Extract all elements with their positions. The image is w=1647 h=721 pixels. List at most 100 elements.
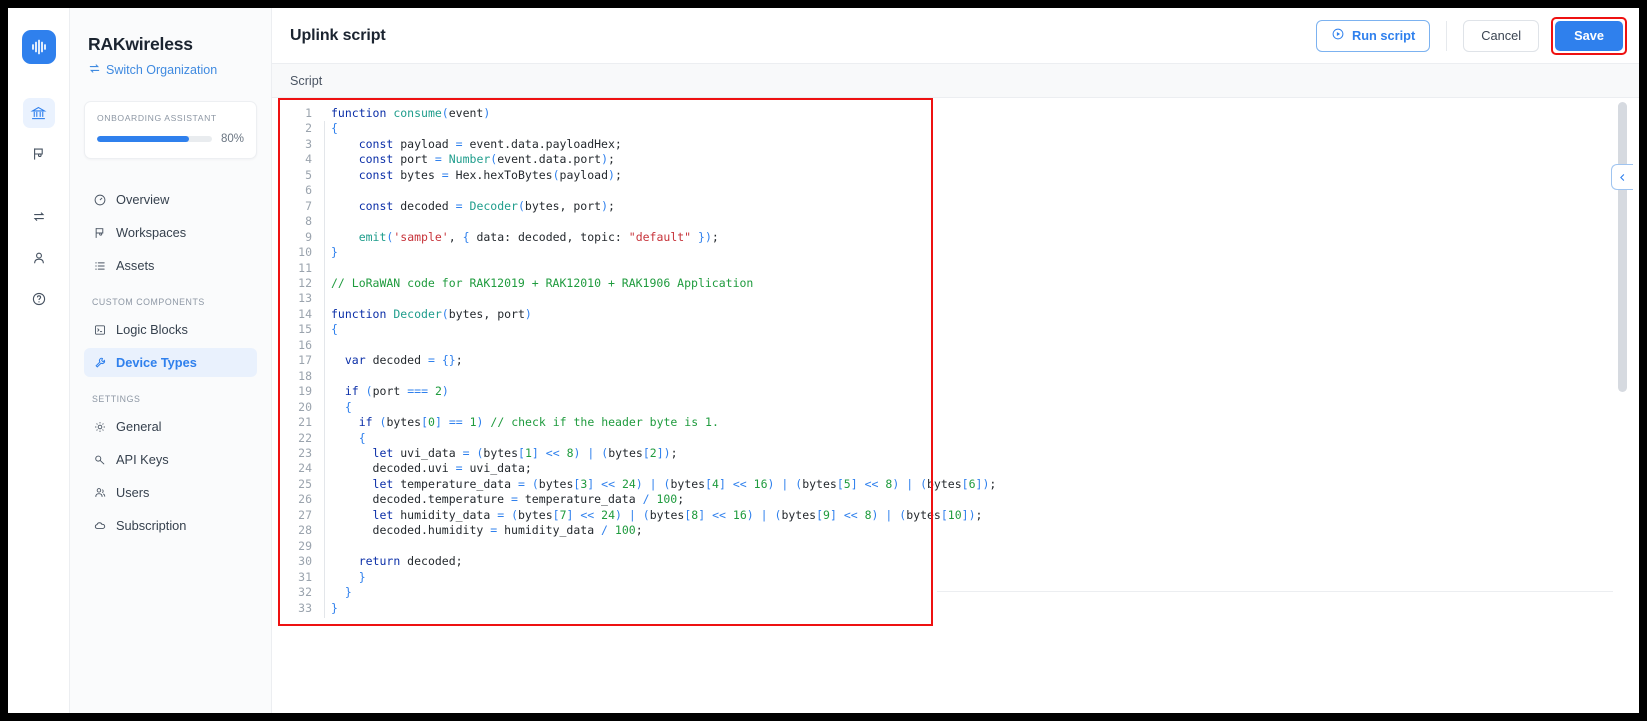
line-number: 26 bbox=[298, 492, 312, 507]
line-number: 15 bbox=[298, 322, 312, 337]
sidebar-item-general[interactable]: General bbox=[84, 412, 257, 441]
sidebar-item-overview[interactable]: Overview bbox=[84, 185, 257, 214]
onboarding-percent: 80% bbox=[220, 133, 244, 145]
app-window: RAKwireless Switch Organization ONBOARDI… bbox=[8, 8, 1639, 713]
line-number: 13 bbox=[298, 291, 312, 306]
line-number: 9 bbox=[305, 229, 312, 244]
list-icon bbox=[92, 258, 107, 273]
indent-guide bbox=[324, 121, 325, 618]
line-number-gutter: 1 2 3 4 5 6 7 8 9 10 11 12 13 14 15 16 17 18 19 20 21 22 23 24 2… bbox=[280, 100, 318, 624]
rail-item-organization[interactable] bbox=[22, 98, 55, 128]
sidebar-item-workspaces[interactable]: Workspaces bbox=[84, 218, 257, 247]
line-number: 21 bbox=[298, 415, 312, 430]
line-number: 19 bbox=[298, 384, 312, 399]
sidebar-item-label: Assets bbox=[116, 258, 155, 273]
sidebar-item-label: Logic Blocks bbox=[116, 322, 188, 337]
sidebar-item-device-types[interactable]: Device Types bbox=[84, 348, 257, 377]
terminal-icon bbox=[92, 322, 107, 337]
sidebar-item-label: Users bbox=[116, 485, 150, 500]
scrollbar-thumb[interactable] bbox=[1618, 102, 1627, 392]
line-number: 27 bbox=[298, 507, 312, 522]
line-number: 32 bbox=[298, 585, 312, 600]
wrench-icon bbox=[92, 355, 107, 370]
sidebar-item-users[interactable]: Users bbox=[84, 478, 257, 507]
onboarding-progress-fill bbox=[97, 136, 189, 142]
switch-arrows-icon bbox=[88, 62, 101, 78]
code-editor-area: 1 2 3 4 5 6 7 8 9 10 11 12 13 14 15 16 17 18 19 20 21 22 23 24 2… bbox=[272, 98, 1639, 713]
gear-icon bbox=[92, 419, 107, 434]
sidebar-item-assets[interactable]: Assets bbox=[84, 251, 257, 280]
line-number: 7 bbox=[305, 198, 312, 213]
sidebar-item-label: Overview bbox=[116, 192, 170, 207]
line-number: 29 bbox=[298, 538, 312, 553]
sidebar: RAKwireless Switch Organization ONBOARDI… bbox=[70, 8, 272, 713]
sidebar-item-label: General bbox=[116, 419, 162, 434]
line-number: 24 bbox=[298, 461, 312, 476]
sidebar-section-settings: SETTINGS bbox=[92, 394, 141, 404]
line-number: 18 bbox=[298, 368, 312, 383]
sidebar-item-api-keys[interactable]: API Keys bbox=[84, 445, 257, 474]
line-number: 33 bbox=[298, 600, 312, 615]
rail-item-account[interactable] bbox=[23, 243, 55, 273]
line-number: 23 bbox=[298, 445, 312, 460]
save-label: Save bbox=[1574, 28, 1604, 43]
line-number: 12 bbox=[298, 275, 312, 290]
editor-bottom-rule bbox=[937, 591, 1613, 592]
icon-rail bbox=[8, 8, 70, 713]
switch-organization-link[interactable]: Switch Organization bbox=[84, 62, 257, 78]
chevron-left-icon[interactable] bbox=[1611, 164, 1633, 190]
save-button[interactable]: Save bbox=[1555, 20, 1623, 51]
line-number: 11 bbox=[298, 260, 312, 275]
sidebar-nav: Overview Workspaces Assets CUSTOM COMPON… bbox=[84, 185, 257, 540]
line-number: 8 bbox=[305, 214, 312, 229]
users-icon bbox=[92, 485, 107, 500]
onboarding-progress-bar bbox=[97, 136, 212, 142]
key-icon bbox=[92, 452, 107, 467]
page-toolbar: Uplink script Run script Cancel Save bbox=[272, 8, 1639, 64]
save-button-highlight: Save bbox=[1551, 16, 1627, 55]
toolbar-divider bbox=[1446, 20, 1448, 51]
line-number: 20 bbox=[298, 399, 312, 414]
sidebar-item-label: Device Types bbox=[116, 355, 197, 370]
line-number: 5 bbox=[305, 167, 312, 182]
line-number: 31 bbox=[298, 569, 312, 584]
flag-icon bbox=[92, 225, 107, 240]
line-number: 4 bbox=[305, 152, 312, 167]
audio-waveform-logo[interactable] bbox=[21, 30, 56, 64]
page-title: Uplink script bbox=[290, 26, 386, 44]
sidebar-item-label: Subscription bbox=[116, 518, 187, 533]
rail-item-transfer[interactable] bbox=[23, 202, 55, 232]
sidebar-item-label: Workspaces bbox=[116, 225, 187, 240]
fold-column bbox=[318, 100, 331, 624]
rail-item-workspaces[interactable] bbox=[23, 139, 55, 169]
line-number: 22 bbox=[298, 430, 312, 445]
switch-organization-label: Switch Organization bbox=[106, 63, 218, 77]
line-number: 6 bbox=[305, 183, 312, 198]
rail-item-help[interactable] bbox=[23, 284, 55, 314]
organization-name: RAKwireless bbox=[88, 34, 193, 54]
line-number: 2 bbox=[305, 121, 312, 136]
code-content[interactable]: function consume(event){ const payload =… bbox=[331, 100, 1639, 624]
run-script-label: Run script bbox=[1351, 28, 1416, 43]
cloud-icon bbox=[92, 518, 107, 533]
gauge-icon bbox=[92, 192, 107, 207]
main-content: Uplink script Run script Cancel Save Scr… bbox=[272, 8, 1639, 713]
onboarding-label: ONBOARDING ASSISTANT bbox=[97, 113, 217, 123]
line-number: 10 bbox=[298, 245, 312, 260]
line-number: 17 bbox=[298, 353, 312, 368]
onboarding-assistant-card[interactable]: ONBOARDING ASSISTANT 80% bbox=[84, 101, 257, 159]
line-number: 3 bbox=[305, 136, 312, 151]
play-circle-icon bbox=[1331, 27, 1345, 44]
sidebar-item-subscription[interactable]: Subscription bbox=[84, 511, 257, 540]
cancel-button[interactable]: Cancel bbox=[1463, 19, 1540, 52]
sidebar-item-logic-blocks[interactable]: Logic Blocks bbox=[84, 315, 257, 344]
line-number: 16 bbox=[298, 337, 312, 352]
editor-tabbar: Script bbox=[272, 64, 1639, 98]
sidebar-section-custom-components: CUSTOM COMPONENTS bbox=[92, 297, 205, 307]
line-number: 28 bbox=[298, 523, 312, 538]
tab-script[interactable]: Script bbox=[290, 74, 322, 88]
code-editor[interactable]: 1 2 3 4 5 6 7 8 9 10 11 12 13 14 15 16 17 18 19 20 21 22 23 24 2… bbox=[280, 100, 1639, 624]
line-number: 14 bbox=[298, 306, 312, 321]
line-number: 30 bbox=[298, 554, 312, 569]
run-script-button[interactable]: Run script bbox=[1315, 19, 1431, 52]
